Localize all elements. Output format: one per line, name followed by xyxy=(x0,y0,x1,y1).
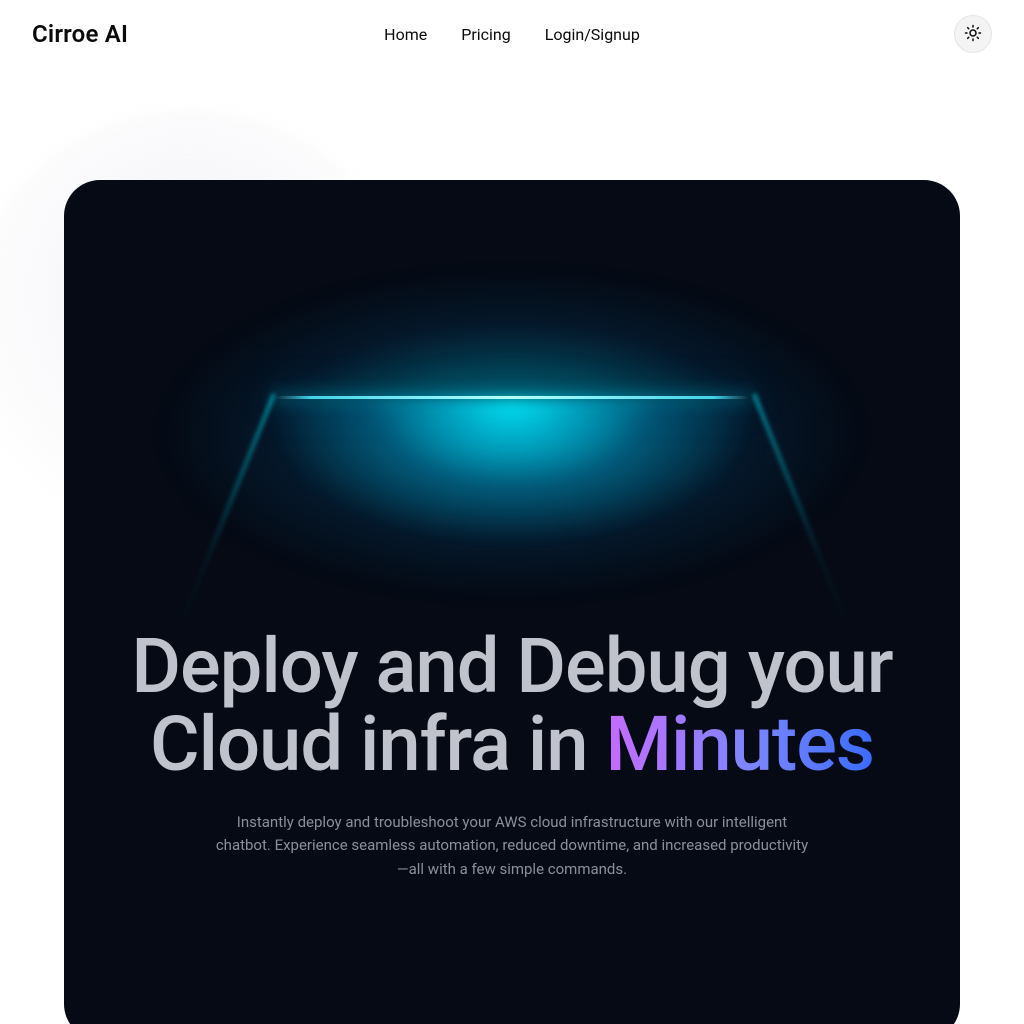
hero-glow xyxy=(64,180,960,650)
hero-subtext: Instantly deploy and troubleshoot your A… xyxy=(212,811,812,881)
main-nav: Home Pricing Login/Signup xyxy=(384,25,640,44)
hero-headline-accent: Minutes xyxy=(606,699,875,789)
theme-toggle-button[interactable] xyxy=(954,15,992,53)
site-header: Cirroe AI Home Pricing Login/Signup xyxy=(0,0,1024,68)
sun-icon xyxy=(964,24,982,45)
hero-card: Deploy and Debug your Cloud infra in Min… xyxy=(64,180,960,1024)
nav-login-signup[interactable]: Login/Signup xyxy=(545,25,640,44)
hero-headline: Deploy and Debug your Cloud infra in Min… xyxy=(118,628,906,783)
logo[interactable]: Cirroe AI xyxy=(32,20,128,48)
nav-pricing[interactable]: Pricing xyxy=(461,25,511,44)
nav-home[interactable]: Home xyxy=(384,25,427,44)
hero-content: Deploy and Debug your Cloud infra in Min… xyxy=(64,628,960,881)
